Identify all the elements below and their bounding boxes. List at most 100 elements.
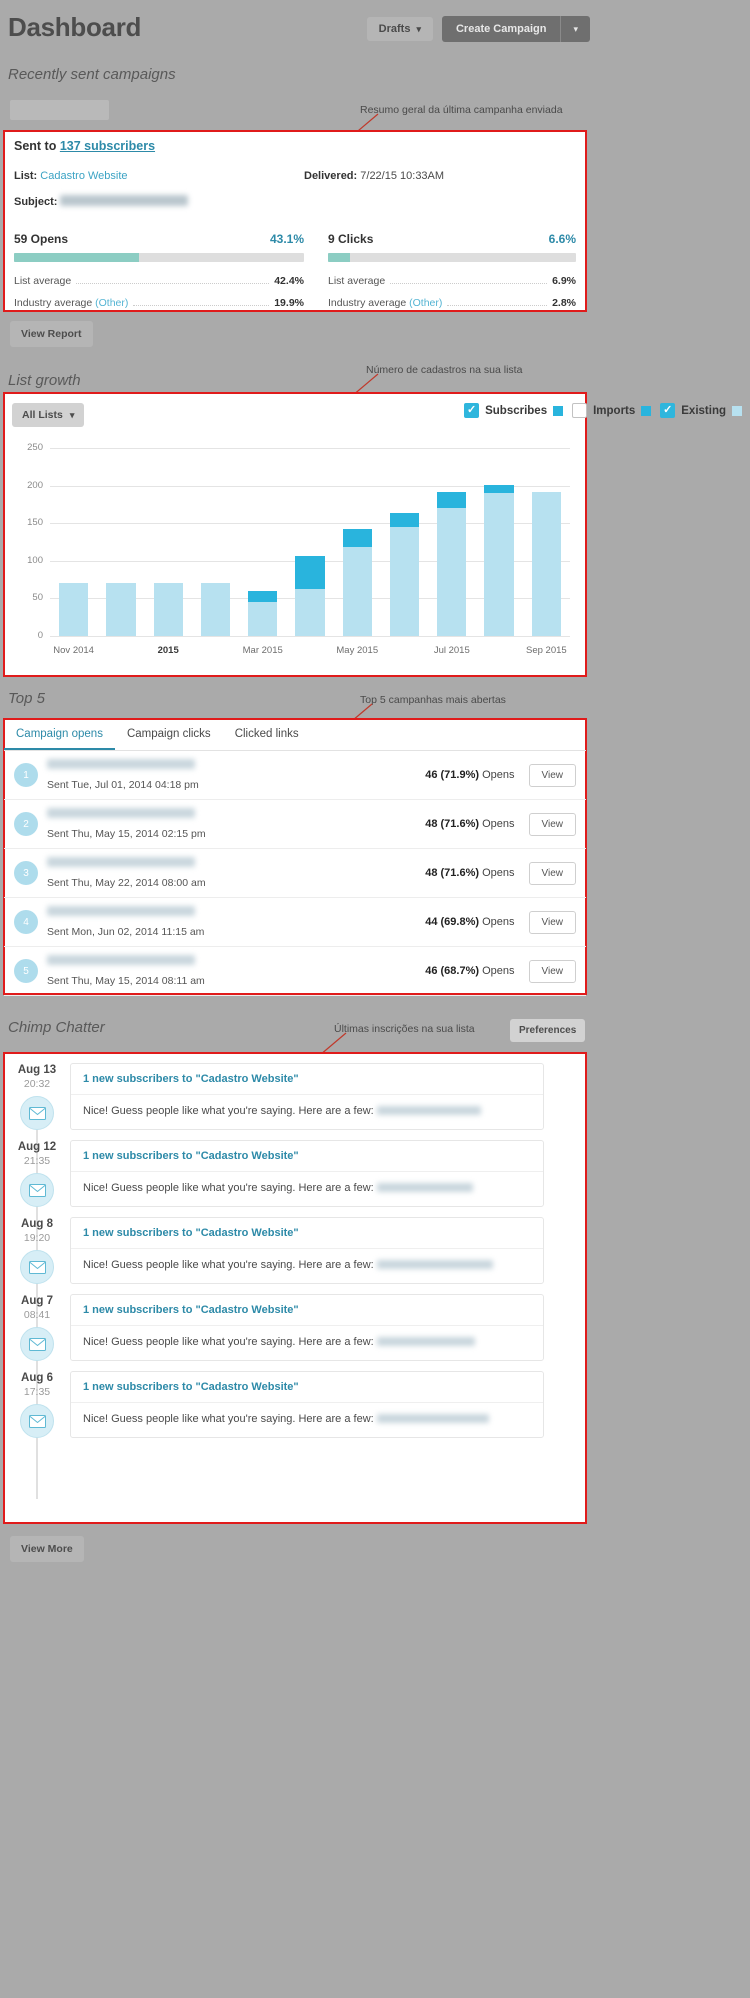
table-row: 1 Sent Tue, Jul 01, 2014 04:18 pm 46 (71.9… xyxy=(4,751,586,800)
imports-checkbox[interactable] xyxy=(572,403,588,418)
chatter-headline[interactable]: 1 new subscribers to "Cadastro Website" xyxy=(71,1295,543,1326)
all-lists-dropdown[interactable]: All Lists ▾ xyxy=(12,403,85,427)
campaign-name-redacted[interactable] xyxy=(47,955,195,965)
chart-bar-segment-existing xyxy=(389,526,420,636)
legend-item-existing[interactable]: ✓ Existing xyxy=(660,403,742,418)
campaign-sent-date: Sent Thu, May 22, 2014 08:00 am xyxy=(47,877,206,889)
subject-value-redacted xyxy=(60,195,189,206)
opens-industry-average-row: Industry average (Other) 19.9% xyxy=(14,297,304,309)
legend-label-subscribes: Subscribes xyxy=(485,404,548,417)
campaign-name-redacted[interactable] xyxy=(47,857,195,867)
chatter-headline[interactable]: 1 new subscribers to "Cadastro Website" xyxy=(71,1218,543,1249)
annotation-recently-sent: Resumo geral da última campanha enviada xyxy=(360,104,563,116)
list-growth-chart: 0 50 100 150 200 250 Nov 2014 2015 Mar 2015 May 2… xyxy=(14,442,574,662)
clicks-list-average-value: 6.9% xyxy=(552,275,576,287)
subject-label: Subject: xyxy=(14,196,58,208)
chatter-emails-redacted xyxy=(376,1337,475,1346)
envelope-icon xyxy=(20,1173,54,1207)
view-campaign-button[interactable]: View xyxy=(528,763,576,787)
view-campaign-button[interactable]: View xyxy=(528,910,576,934)
campaign-name-redacted[interactable] xyxy=(47,906,195,916)
table-row: 4 Sent Mon, Jun 02, 2014 11:15 am 44 (69.8… xyxy=(4,898,586,947)
tab-campaign-opens[interactable]: Campaign opens xyxy=(4,719,115,750)
chart-bar-segment-existing xyxy=(58,583,89,636)
tab-clicked-links[interactable]: Clicked links xyxy=(223,719,311,750)
annotation-chimp-chatter: Últimas inscrições na sua lista xyxy=(334,1023,475,1035)
annotation-top5: Top 5 campanhas mais abertas xyxy=(360,694,506,706)
rank-badge: 5 xyxy=(14,959,38,983)
delivered-value: 7/22/15 10:33AM xyxy=(360,170,445,182)
chart-x-tick: Jul 2015 xyxy=(433,645,470,656)
clicks-stat-block: 9 Clicks 6.6% List average 6.9% Industry… xyxy=(328,232,576,309)
chatter-time: 17:35 xyxy=(23,1386,51,1398)
view-more-button[interactable]: View More xyxy=(10,1536,84,1562)
chart-bar xyxy=(437,491,467,636)
campaign-info: Sent Tue, Jul 01, 2014 04:18 pm xyxy=(38,759,425,791)
campaign-name-redacted[interactable] xyxy=(47,759,195,769)
campaign-filter-chip[interactable] xyxy=(10,100,109,120)
opens-label: 59 Opens xyxy=(14,232,69,246)
chatter-timestamp: Aug 7 08:41 xyxy=(4,1294,70,1361)
clicks-industry-link[interactable]: (Other) xyxy=(409,297,442,309)
list-meta: List: Cadastro Website xyxy=(14,170,304,182)
legend-label-imports: Imports xyxy=(593,404,636,417)
create-campaign-group: Create Campaign ▾ xyxy=(441,16,590,42)
drafts-label: Drafts xyxy=(378,23,411,35)
chart-bar-segment-subscribes xyxy=(342,529,372,548)
chart-bar-segment-subscribes xyxy=(248,590,278,603)
chart-gridline xyxy=(50,448,570,449)
campaign-meta-row-1: List: Cadastro Website Delivered: 7/22/1… xyxy=(14,170,576,182)
existing-checkbox[interactable]: ✓ xyxy=(660,403,676,418)
chatter-headline[interactable]: 1 new subscribers to "Cadastro Website" xyxy=(71,1141,543,1172)
opens-progress-bar xyxy=(14,253,304,262)
create-campaign-button[interactable]: Create Campaign xyxy=(441,16,561,42)
tab-campaign-clicks[interactable]: Campaign clicks xyxy=(115,719,223,750)
chatter-date: Aug 6 xyxy=(21,1372,53,1384)
opens-industry-link[interactable]: (Other) xyxy=(95,297,128,309)
list-item: Aug 12 21:35 1 new subscribers to "Cadastr… xyxy=(4,1130,586,1207)
chatter-time: 21:35 xyxy=(23,1155,51,1167)
check-icon: ✓ xyxy=(466,404,477,416)
chevron-down-icon: ▾ xyxy=(416,23,421,34)
sent-to-subscribers-link[interactable]: 137 subscribers xyxy=(60,139,155,153)
campaign-info: Sent Thu, May 22, 2014 08:00 am xyxy=(38,857,425,889)
campaign-name-redacted[interactable] xyxy=(47,808,195,818)
campaign-open-stat: 46 (71.9%) Opens xyxy=(425,769,515,781)
chatter-card: 1 new subscribers to "Cadastro Website" N… xyxy=(70,1217,544,1284)
subscribes-checkbox[interactable]: ✓ xyxy=(464,403,480,418)
campaign-info: Sent Mon, Jun 02, 2014 11:15 am xyxy=(38,906,425,938)
legend-item-imports[interactable]: Imports xyxy=(572,403,652,418)
chart-x-tick: May 2015 xyxy=(336,645,379,656)
clicks-industry-value: 2.8% xyxy=(552,297,576,309)
view-campaign-button[interactable]: View xyxy=(528,861,576,885)
chart-x-tick: Nov 2014 xyxy=(53,645,94,656)
preferences-button[interactable]: Preferences xyxy=(510,1019,586,1042)
chatter-date: Aug 13 xyxy=(17,1064,57,1076)
chatter-text: Nice! Guess people like what you're sayi… xyxy=(71,1326,543,1358)
envelope-icon xyxy=(20,1096,54,1130)
view-campaign-button[interactable]: View xyxy=(528,812,576,836)
chart-bar-segment-subscribes xyxy=(484,484,514,494)
clicks-list-average-row: List average 6.9% xyxy=(328,275,576,287)
chatter-headline[interactable]: 1 new subscribers to "Cadastro Website" xyxy=(71,1064,543,1095)
table-row: 2 Sent Thu, May 15, 2014 02:15 pm 48 (71.6… xyxy=(4,800,586,849)
legend-label-existing: Existing xyxy=(681,404,726,417)
chatter-headline[interactable]: 1 new subscribers to "Cadastro Website" xyxy=(71,1372,543,1403)
chart-bar xyxy=(389,513,420,636)
rank-badge: 3 xyxy=(14,861,38,885)
list-link[interactable]: Cadastro Website xyxy=(40,170,127,182)
chatter-time: 20:32 xyxy=(23,1078,51,1090)
chatter-card: 1 new subscribers to "Cadastro Website" N… xyxy=(70,1140,544,1207)
legend-item-subscribes[interactable]: ✓ Subscribes xyxy=(464,403,564,418)
legend-swatch-existing xyxy=(732,405,742,416)
view-report-button[interactable]: View Report xyxy=(10,321,93,347)
opens-stat-block: 59 Opens 43.1% List average 42.4% Indust… xyxy=(14,232,304,309)
clicks-industry-label: Industry average xyxy=(328,297,407,309)
drafts-button[interactable]: Drafts ▾ xyxy=(366,17,433,41)
chimp-chatter-title: Chimp Chatter xyxy=(8,1019,105,1036)
create-campaign-dropdown-button[interactable]: ▾ xyxy=(560,16,590,42)
chatter-timestamp: Aug 12 21:35 xyxy=(4,1140,70,1207)
envelope-icon xyxy=(20,1327,54,1361)
delivered-meta: Delivered: 7/22/15 10:33AM xyxy=(304,170,444,182)
view-campaign-button[interactable]: View xyxy=(528,959,576,983)
